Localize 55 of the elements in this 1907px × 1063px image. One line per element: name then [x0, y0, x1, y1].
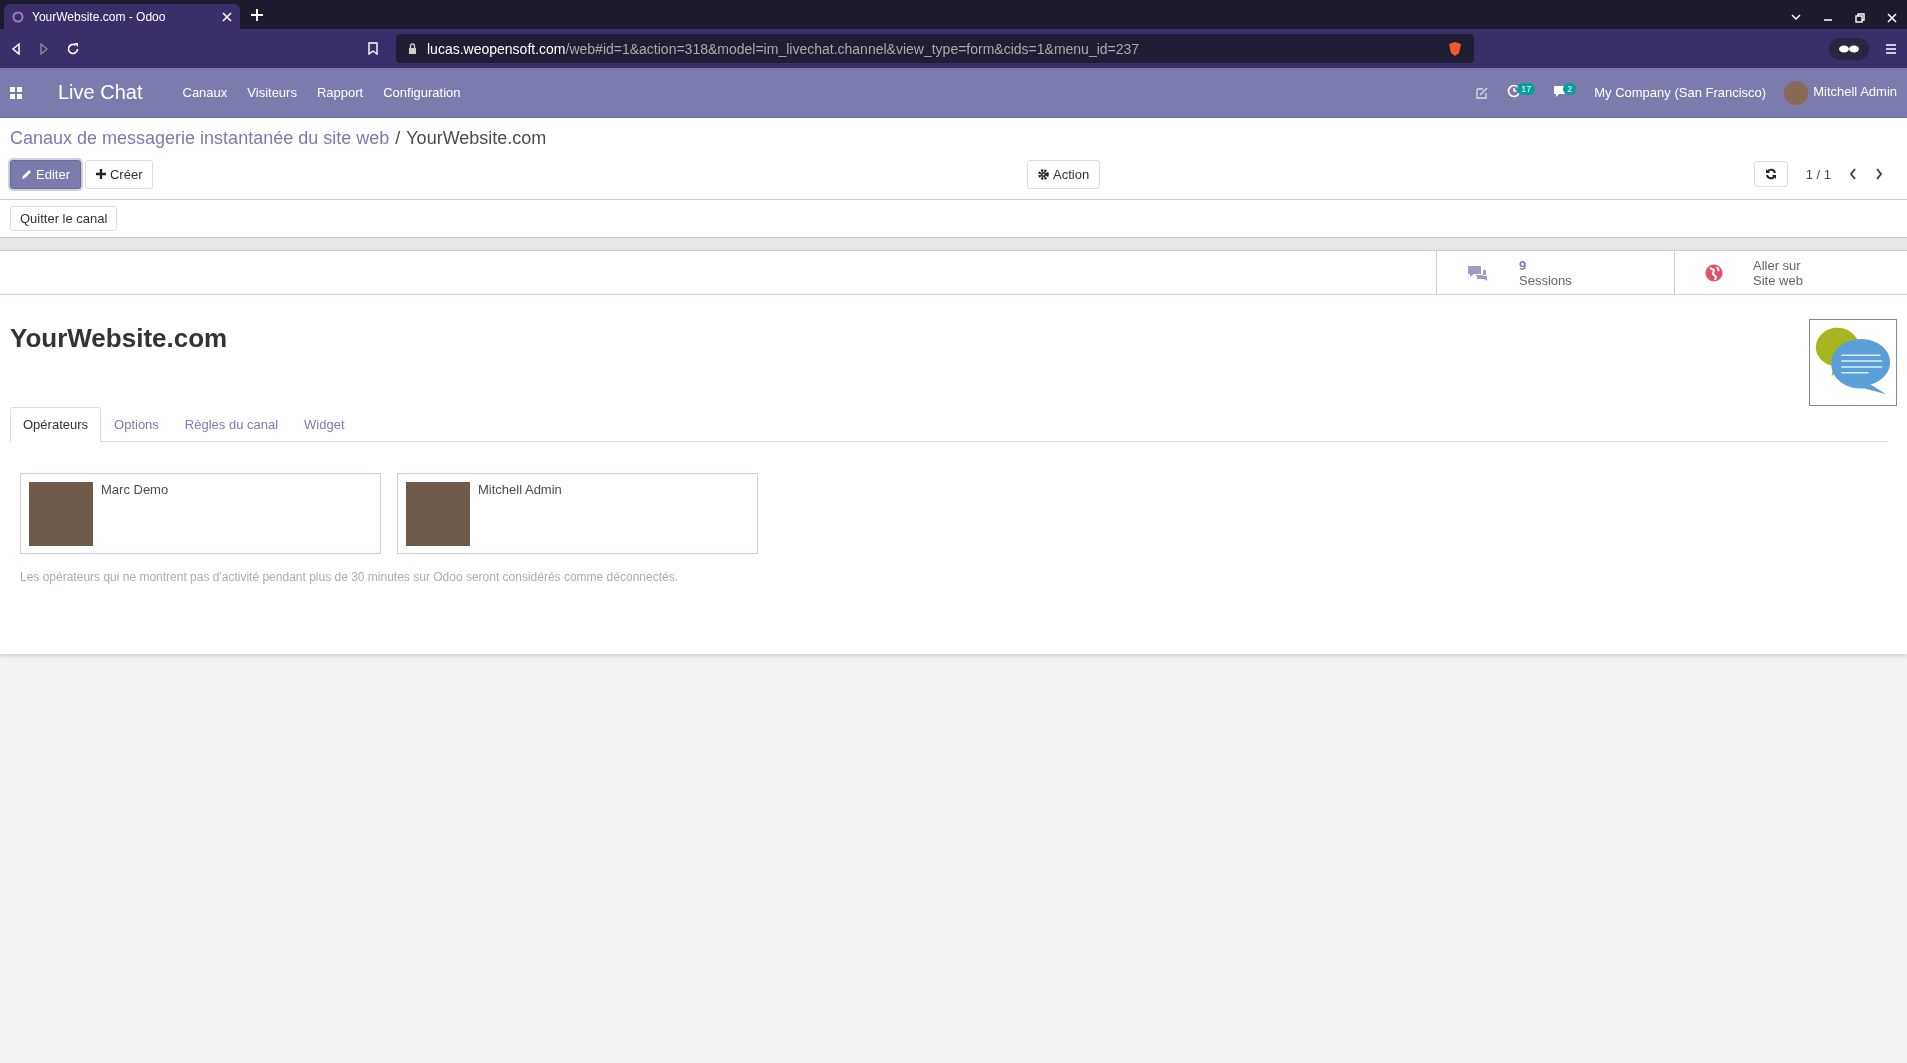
- chevron-down-icon[interactable]: [1791, 13, 1801, 21]
- edit-icon[interactable]: [1475, 85, 1490, 100]
- photo-placeholder: [406, 482, 470, 546]
- menu-item[interactable]: Visiteurs: [247, 85, 297, 100]
- forward-icon[interactable]: [38, 42, 50, 55]
- plus-icon: [95, 169, 106, 179]
- operator-name: Marc Demo: [101, 482, 169, 499]
- back-icon[interactable]: [10, 42, 22, 55]
- avatar: [1784, 80, 1809, 105]
- apps-grid-icon[interactable]: [10, 86, 22, 99]
- next-icon[interactable]: [1875, 168, 1883, 180]
- menu-item[interactable]: Canaux: [182, 85, 228, 100]
- refresh-button[interactable]: [1753, 161, 1788, 187]
- operator-card[interactable]: Marc Demo: [20, 473, 381, 554]
- message-count: 2: [1563, 83, 1577, 95]
- refresh-icon: [1764, 168, 1777, 180]
- company-switcher[interactable]: My Company (San Francisco): [1594, 85, 1767, 100]
- glasses-icon[interactable]: [1829, 37, 1869, 60]
- pencil-icon: [21, 168, 32, 180]
- shield-icon[interactable]: [1448, 40, 1462, 57]
- tab-title: YourWebsite.com - Odoo: [32, 9, 167, 24]
- app-name[interactable]: Live Chat: [58, 81, 143, 104]
- edit-button[interactable]: Editer: [10, 159, 81, 189]
- user-menu[interactable]: Mitchell Admin: [1784, 80, 1897, 105]
- menu-item[interactable]: Configuration: [383, 85, 461, 100]
- tab[interactable]: Opérateurs: [10, 407, 102, 442]
- globe-icon: [1705, 263, 1723, 282]
- photo-placeholder: [29, 482, 93, 546]
- close-icon[interactable]: [222, 11, 232, 22]
- pager-value: 1 / 1: [1805, 166, 1831, 182]
- browser-tab[interactable]: YourWebsite.com - Odoo: [4, 4, 240, 29]
- new-tab-icon[interactable]: [250, 8, 264, 22]
- create-button[interactable]: Créer: [84, 159, 154, 189]
- clock-icon[interactable]: [1507, 84, 1522, 98]
- record-title: YourWebsite.com: [10, 322, 228, 355]
- breadcrumb-current: YourWebsite.com: [406, 128, 547, 149]
- lock-icon: [408, 43, 417, 54]
- menu-icon[interactable]: [1885, 42, 1897, 55]
- website-stat-button[interactable]: Aller sur Site web: [1674, 251, 1907, 294]
- operator-name: Mitchell Admin: [478, 482, 562, 499]
- close-icon[interactable]: [1887, 13, 1897, 23]
- activity-count: 17: [1517, 83, 1536, 95]
- restore-icon[interactable]: [1855, 13, 1865, 23]
- chat-icon: [1467, 263, 1489, 282]
- reload-icon[interactable]: [66, 41, 80, 56]
- bookmark-icon[interactable]: [368, 42, 378, 55]
- gear-icon: [1038, 168, 1049, 180]
- previous-icon[interactable]: [1849, 168, 1857, 180]
- action-button[interactable]: Action: [1027, 159, 1101, 189]
- operator-card[interactable]: Mitchell Admin: [397, 473, 758, 554]
- menu-item[interactable]: Rapport: [316, 85, 364, 100]
- breadcrumb-separator: /: [395, 128, 401, 149]
- leave-channel-button[interactable]: Quitter le canal: [10, 206, 118, 231]
- help-text: Les opérateurs qui ne montrent pas d'activité pendant plus de 30 minutes sur Odoo seront considérés comme déconnectés.: [19, 569, 679, 586]
- breadcrumb-link[interactable]: Canaux de messagerie instantanée du site web: [10, 128, 390, 149]
